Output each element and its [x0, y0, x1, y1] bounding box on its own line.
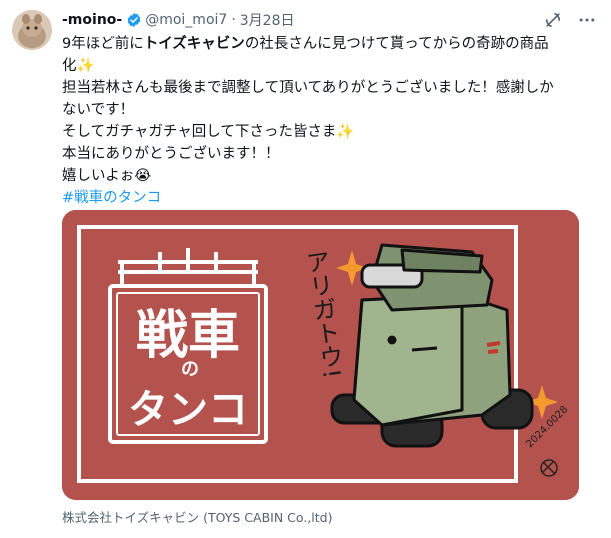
- avatar-image: [12, 10, 52, 50]
- author-name[interactable]: -moino-: [62, 12, 122, 28]
- tweet-line-5: そしてガチャガチャ回して下さった皆さま✨: [62, 124, 355, 140]
- tweet-line-4: ないです！: [62, 102, 135, 118]
- tweet-line-6: 本当にありがとうございます！！: [62, 146, 280, 162]
- tweet-line-1-bold: トイズキャビン: [143, 36, 245, 52]
- card-caption[interactable]: 株式会社トイズキャビン (TOYS CABIN Co.,ltd): [62, 507, 332, 526]
- media-card[interactable]: 戦車 の タンコ アリガトウ! 2024.0028: [62, 210, 579, 500]
- hashtag-link[interactable]: #戦車のタンコ: [62, 187, 597, 209]
- tweet-header: -moino- @moi_moi7 · 3月28日: [62, 9, 597, 31]
- tweet-date[interactable]: 3月28日: [240, 10, 295, 30]
- tweet-text: 9年ほど前にトイズキャビンの社長さんに見つけて貰ってからの奇跡の商品 化✨ 担当…: [62, 33, 597, 209]
- avatar[interactable]: [12, 10, 52, 50]
- logo-sub: タンコ: [128, 387, 248, 433]
- logo-title: 戦車: [136, 306, 240, 366]
- logo-no: の: [181, 359, 199, 380]
- separator-dot: ·: [231, 12, 236, 28]
- card-artwork: 戦車 の タンコ アリガトウ! 2024.0028: [62, 210, 579, 500]
- more-icon[interactable]: [577, 10, 597, 30]
- author-handle[interactable]: @moi_moi7: [145, 12, 227, 28]
- verified-badge-icon: [126, 12, 142, 28]
- tweet-line-7: 嬉しいよぉ😭: [62, 168, 152, 184]
- tweet-line-2: 化✨: [62, 58, 95, 74]
- header-actions: [543, 10, 597, 30]
- tweet-line-3: 担当若林さんも最後まで調整して頂いてありがとうございました！感謝しか: [62, 80, 554, 96]
- tweet-line-1: 9年ほど前にトイズキャビンの社長さんに見つけて貰ってからの奇跡の商品: [62, 33, 597, 55]
- tweet-line-1-pre: 9年ほど前に: [62, 36, 144, 52]
- tweet-line-1-post: の社長さんに見つけて貰ってからの奇跡の商品: [244, 36, 549, 52]
- grok-icon[interactable]: [543, 10, 563, 30]
